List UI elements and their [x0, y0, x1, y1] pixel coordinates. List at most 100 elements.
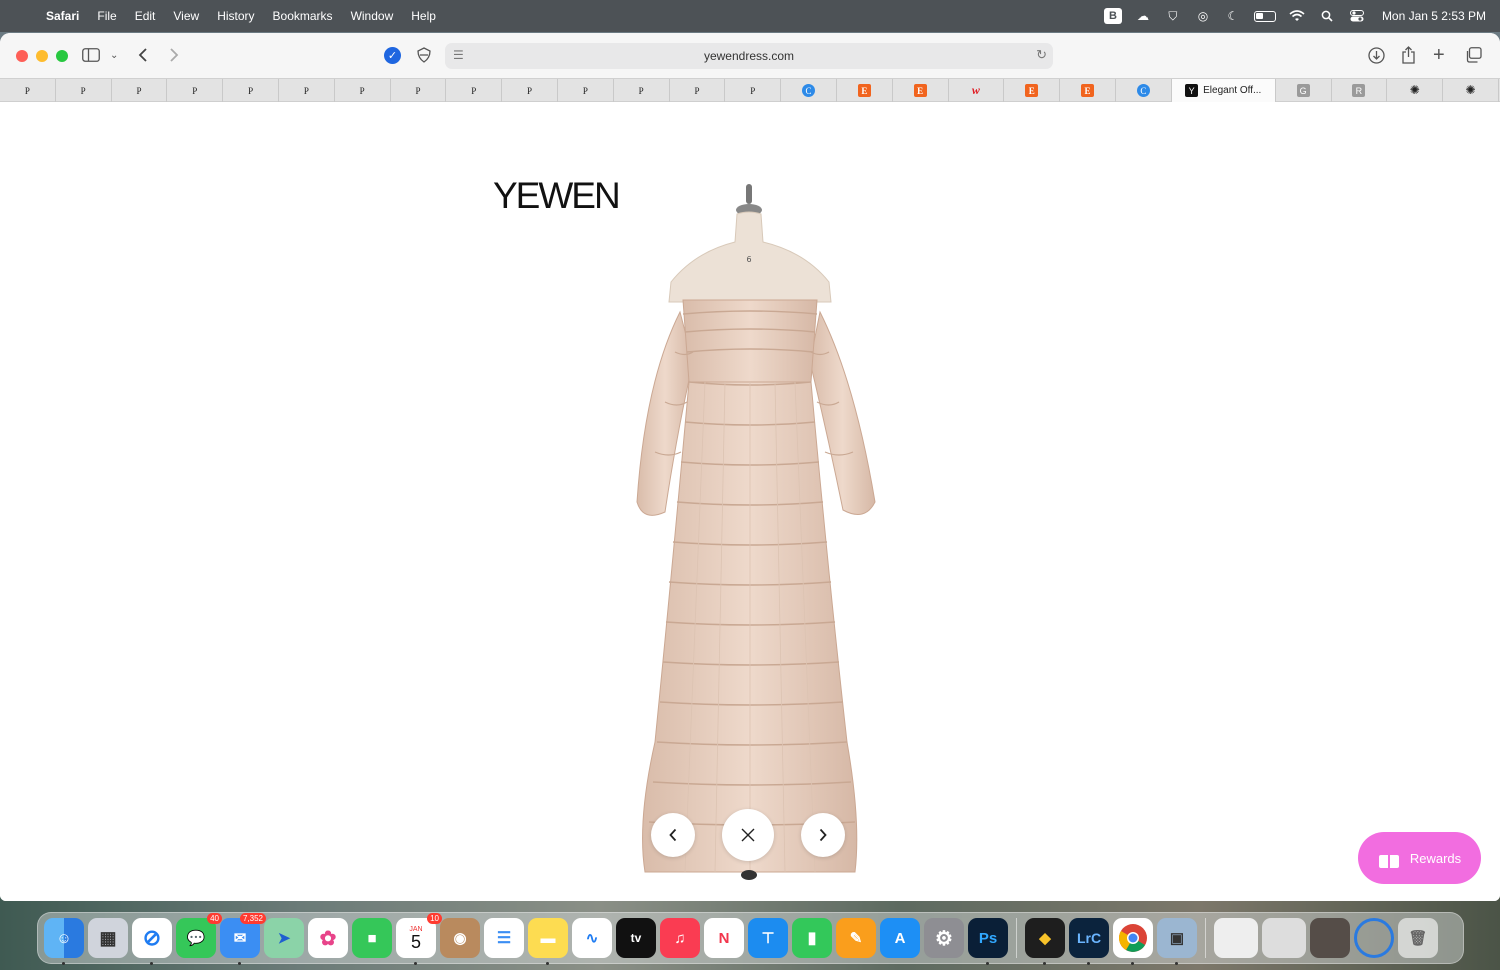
finder-icon[interactable]: ☺ [44, 918, 84, 965]
menu-app-safari[interactable]: Safari [46, 9, 79, 23]
photos-icon[interactable]: ✿ [308, 918, 348, 958]
downloads-icon[interactable] [1368, 45, 1385, 65]
sidebar-toggle-icon[interactable] [82, 45, 100, 65]
messages-icon[interactable]: 💬 40 [176, 913, 222, 958]
tab-5[interactable]: P [223, 79, 279, 102]
tab-9[interactable]: P [446, 79, 503, 102]
share-icon[interactable] [1401, 45, 1416, 65]
menu-file[interactable]: File [97, 9, 116, 23]
minimize-window-button[interactable] [36, 50, 48, 62]
contacts-icon[interactable]: ◉ [440, 918, 480, 958]
rewards-button[interactable]: Rewards [1358, 832, 1481, 884]
app-store-icon[interactable]: A [880, 918, 920, 958]
address-bar[interactable]: ☰ yewendress.com ↻ [445, 43, 1053, 69]
battery-icon[interactable] [1253, 10, 1276, 22]
chrome-icon[interactable] [1113, 918, 1153, 965]
launchpad-icon[interactable]: ▦ [88, 918, 128, 958]
freeform-icon[interactable]: ∿ [572, 918, 612, 958]
menu-clock[interactable]: Mon Jan 5 2:53 PM [1382, 9, 1486, 23]
tab-21[interactable]: C [1116, 79, 1172, 102]
tab-26[interactable]: ✺ [1443, 79, 1499, 102]
url-text[interactable]: yewendress.com [704, 49, 794, 63]
bbedit-icon[interactable]: B [1103, 8, 1122, 24]
tab-8[interactable]: P [391, 79, 447, 102]
tab-2[interactable]: P [56, 79, 112, 102]
notes-icon[interactable]: ▬ [528, 918, 568, 965]
tab-11[interactable]: P [558, 79, 614, 102]
previous-image-button[interactable] [651, 813, 695, 857]
tab-6[interactable]: P [279, 79, 335, 102]
numbers-icon[interactable]: ▮ [792, 918, 832, 958]
photoshop-icon[interactable]: Ps [968, 918, 1008, 965]
lightroom-classic-icon[interactable]: LrC [1069, 918, 1109, 965]
zoom-window-button[interactable] [56, 50, 68, 62]
recent-photoshop-document[interactable] [1310, 918, 1350, 958]
preview-icon[interactable]: ▣ [1157, 918, 1197, 965]
password-extension-icon[interactable]: ✓ [384, 47, 401, 64]
system-settings-icon[interactable]: ⚙ [924, 918, 964, 958]
mail-icon[interactable]: ✉ 7,352 [220, 913, 266, 965]
tab-10[interactable]: P [502, 79, 558, 102]
tab-12[interactable]: P [614, 79, 670, 102]
tab-overview-icon[interactable] [1465, 45, 1482, 65]
tab-7[interactable]: P [335, 79, 391, 102]
search-icon[interactable] [1318, 8, 1336, 24]
pages-icon[interactable]: ✎ [836, 918, 876, 958]
tab-1[interactable]: P [0, 79, 56, 102]
tab-14[interactable]: P [725, 79, 782, 102]
apple-tv-icon[interactable]: tv [616, 918, 656, 958]
menu-window[interactable]: Window [351, 9, 394, 23]
brand-logo[interactable]: YEWEN [493, 175, 621, 217]
forward-button[interactable] [169, 45, 179, 65]
tab-favicon-icon: C [1136, 84, 1150, 97]
tab-23[interactable]: G [1276, 79, 1332, 102]
menu-bookmarks[interactable]: Bookmarks [273, 9, 333, 23]
menu-edit[interactable]: Edit [135, 9, 156, 23]
music-icon[interactable]: ♫ [660, 918, 700, 958]
chevron-down-icon[interactable]: ⌄ [110, 45, 118, 65]
facetime-icon[interactable]: ■ [352, 918, 392, 958]
moon-icon[interactable]: ☾ [1224, 8, 1242, 24]
airdrop-icon[interactable]: ◎ [1194, 8, 1212, 24]
reload-icon[interactable]: ↻ [1036, 47, 1047, 63]
keynote-icon[interactable]: ⊤ [748, 918, 788, 958]
news-icon[interactable]: N [704, 918, 744, 958]
tab-20[interactable]: E [1060, 79, 1116, 102]
recent-window-thumbnail-1[interactable] [1214, 918, 1258, 958]
tab-17[interactable]: E [893, 79, 949, 102]
new-tab-icon[interactable]: + [1433, 44, 1445, 66]
back-button[interactable] [138, 45, 148, 65]
calendar-icon[interactable]: JAN 5 10 [396, 913, 442, 965]
wifi-icon[interactable] [1288, 8, 1306, 24]
next-image-button[interactable] [801, 813, 845, 857]
tab-3[interactable]: P [112, 79, 168, 102]
close-window-button[interactable] [16, 50, 28, 62]
cloud-icon[interactable]: ☁ [1134, 8, 1152, 24]
tab-19[interactable]: E [1004, 79, 1061, 102]
tab-4[interactable]: P [167, 79, 224, 102]
shield-icon[interactable]: ⛉ [1164, 8, 1182, 24]
tab-favicon-icon: E [857, 84, 871, 97]
maps-icon[interactable]: ➤ [264, 918, 304, 958]
privacy-report-icon[interactable] [416, 45, 432, 65]
page-menu-icon[interactable]: ☰ [453, 48, 464, 62]
menu-help[interactable]: Help [411, 9, 436, 23]
reminders-icon[interactable]: ☰ [484, 918, 524, 958]
sketch-icon[interactable]: ◆ [1025, 918, 1065, 965]
tab-24[interactable]: R [1332, 79, 1388, 102]
tab-16[interactable]: E [837, 79, 893, 102]
safari-icon[interactable]: ⊘ [132, 918, 172, 965]
close-lightbox-button[interactable] [722, 809, 774, 861]
menu-view[interactable]: View [173, 9, 199, 23]
tab-22[interactable]: Y Elegant Off... [1171, 79, 1276, 102]
menu-history[interactable]: History [217, 9, 254, 23]
control-center-icon[interactable] [1348, 8, 1366, 24]
tab-15[interactable]: C [781, 79, 837, 102]
recent-window-thumbnail-2[interactable] [1262, 918, 1306, 958]
downloads-stack-icon[interactable] [1354, 918, 1394, 958]
dress-product-image[interactable]: 6 [615, 182, 885, 882]
tab-25[interactable]: ✺ [1387, 79, 1444, 102]
tab-13[interactable]: P [670, 79, 726, 102]
tab-18[interactable]: w [949, 79, 1005, 102]
trash-icon[interactable]: 🗑 [1398, 918, 1438, 958]
